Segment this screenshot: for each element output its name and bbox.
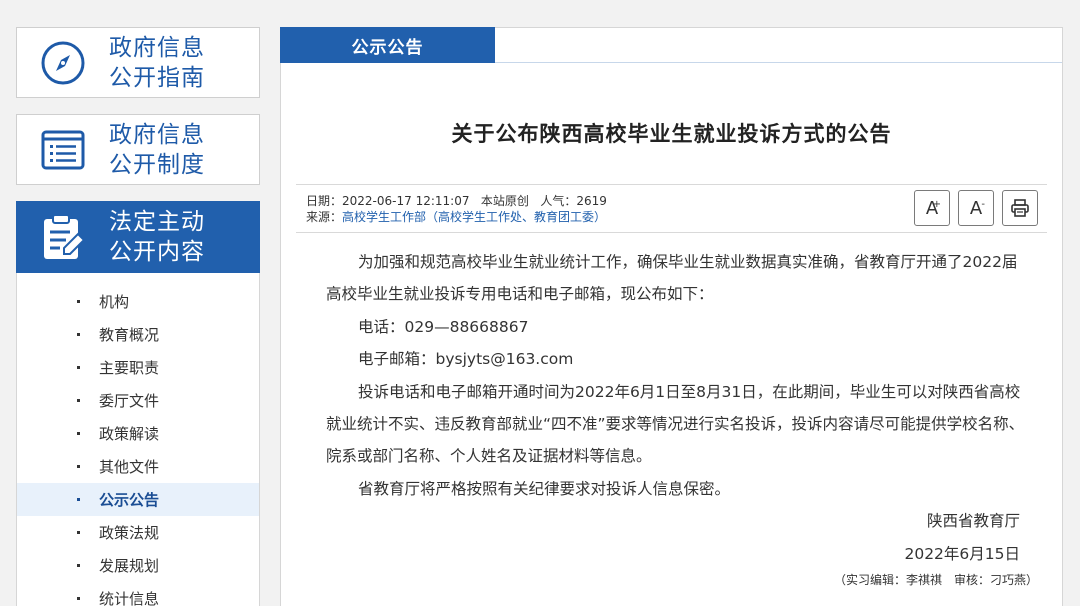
- font-increase-button[interactable]: A +: [914, 190, 950, 226]
- article-body: 为加强和规范高校毕业生就业统计工作，确保毕业生就业数据真实准确，省教育厅开通了2…: [326, 246, 1030, 570]
- source-link[interactable]: 高校学生工作部（高校学生工作处、教育团工委）: [342, 210, 606, 224]
- sidebar-item-statistics[interactable]: 统计信息: [17, 582, 259, 606]
- card-title: 政府信息 公开制度: [109, 121, 205, 178]
- font-decrease-button[interactable]: A-: [958, 190, 994, 226]
- paragraph: 为加强和规范高校毕业生就业统计工作，确保毕业生就业数据真实准确，省教育厅开通了2…: [326, 253, 1018, 304]
- card-title: 政府信息 公开指南: [109, 34, 205, 91]
- article-panel: 公示公告 关于公布陕西高校毕业生就业投诉方式的公告 日期：2022-06-17 …: [280, 27, 1063, 606]
- list-icon: [17, 127, 109, 173]
- sidebar-item-department-documents[interactable]: 委厅文件: [17, 384, 259, 417]
- gov-info-guide-card[interactable]: 政府信息 公开指南: [16, 27, 260, 98]
- bullet: [77, 564, 80, 567]
- bullet: [77, 366, 80, 369]
- meta-line-date: 日期：2022-06-17 12:11:07 本站原创 人气：2619: [306, 194, 607, 208]
- sidebar-item-organization[interactable]: 机构: [17, 285, 259, 318]
- sidebar-item-development-plans[interactable]: 发展规划: [17, 549, 259, 582]
- tab-announcements[interactable]: 公示公告: [280, 27, 495, 63]
- bullet: [77, 300, 80, 303]
- editor-note: （实习编辑：李祺祺 审核：刁巧燕）: [833, 573, 1038, 587]
- sidebar-item-education-overview[interactable]: 教育概况: [17, 318, 259, 351]
- compass-icon: [17, 39, 109, 87]
- phone-line: 电话：029—88668867: [358, 317, 529, 336]
- sidebar-item-main-duties[interactable]: 主要职责: [17, 351, 259, 384]
- print-button[interactable]: [1002, 190, 1038, 226]
- article-title: 关于公布陕西高校毕业生就业投诉方式的公告: [451, 122, 892, 146]
- bullet: [77, 333, 80, 336]
- paragraph: 投诉电话和电子邮箱开通时间为2022年6月1日至8月31日，在此期间，毕业生可以…: [326, 382, 1025, 466]
- sidebar-menu: 机构 教育概况 主要职责 委厅文件 政策解读 其他文件 公示公告 政策法规 发展…: [16, 273, 260, 606]
- sidebar-item-announcements[interactable]: 公示公告: [17, 483, 259, 516]
- bullet: [77, 531, 80, 534]
- sign-date: 2022年6月15日: [904, 544, 1020, 563]
- origin-label: 本站原创: [480, 194, 529, 208]
- article-meta: 日期：2022-06-17 12:11:07 本站原创 人气：2619 来源：高…: [296, 184, 1047, 233]
- sidebar-item-policies-regulations[interactable]: 政策法规: [17, 516, 259, 549]
- meta-line-source: 来源：高校学生工作部（高校学生工作处、教育团工委）: [306, 210, 607, 224]
- gov-info-system-card[interactable]: 政府信息 公开制度: [16, 114, 260, 185]
- bullet: [77, 597, 80, 600]
- left-sidebar: 政府信息 公开指南 政府信息 公开制度 法定主动 公开内容 机构 教育概况 主要…: [16, 27, 260, 606]
- view-count: 2619: [576, 194, 607, 208]
- publish-date: 2022-06-17 12:11:07: [342, 194, 470, 208]
- signature: 陕西省教育厅: [926, 512, 1020, 531]
- paragraph: 省教育厅将严格按照有关纪律要求对投诉人信息保密。: [358, 479, 731, 498]
- bullet: [77, 432, 80, 435]
- bullet: [77, 399, 80, 402]
- sidebar-item-other-documents[interactable]: 其他文件: [17, 450, 259, 483]
- article-tools: A + A-: [914, 190, 1038, 226]
- card-title: 法定主动 公开内容: [109, 209, 205, 265]
- printer-icon: [1011, 199, 1029, 217]
- bullet: [77, 498, 80, 501]
- clipboard-edit-icon: [17, 212, 109, 262]
- email-line: 电子邮箱：bysjyts@163.com: [358, 350, 574, 369]
- sidebar-item-policy-interpretation[interactable]: 政策解读: [17, 417, 259, 450]
- bullet: [77, 465, 80, 468]
- tab-underline: [495, 62, 1062, 63]
- mandatory-disclosure-card[interactable]: 法定主动 公开内容: [16, 201, 260, 273]
